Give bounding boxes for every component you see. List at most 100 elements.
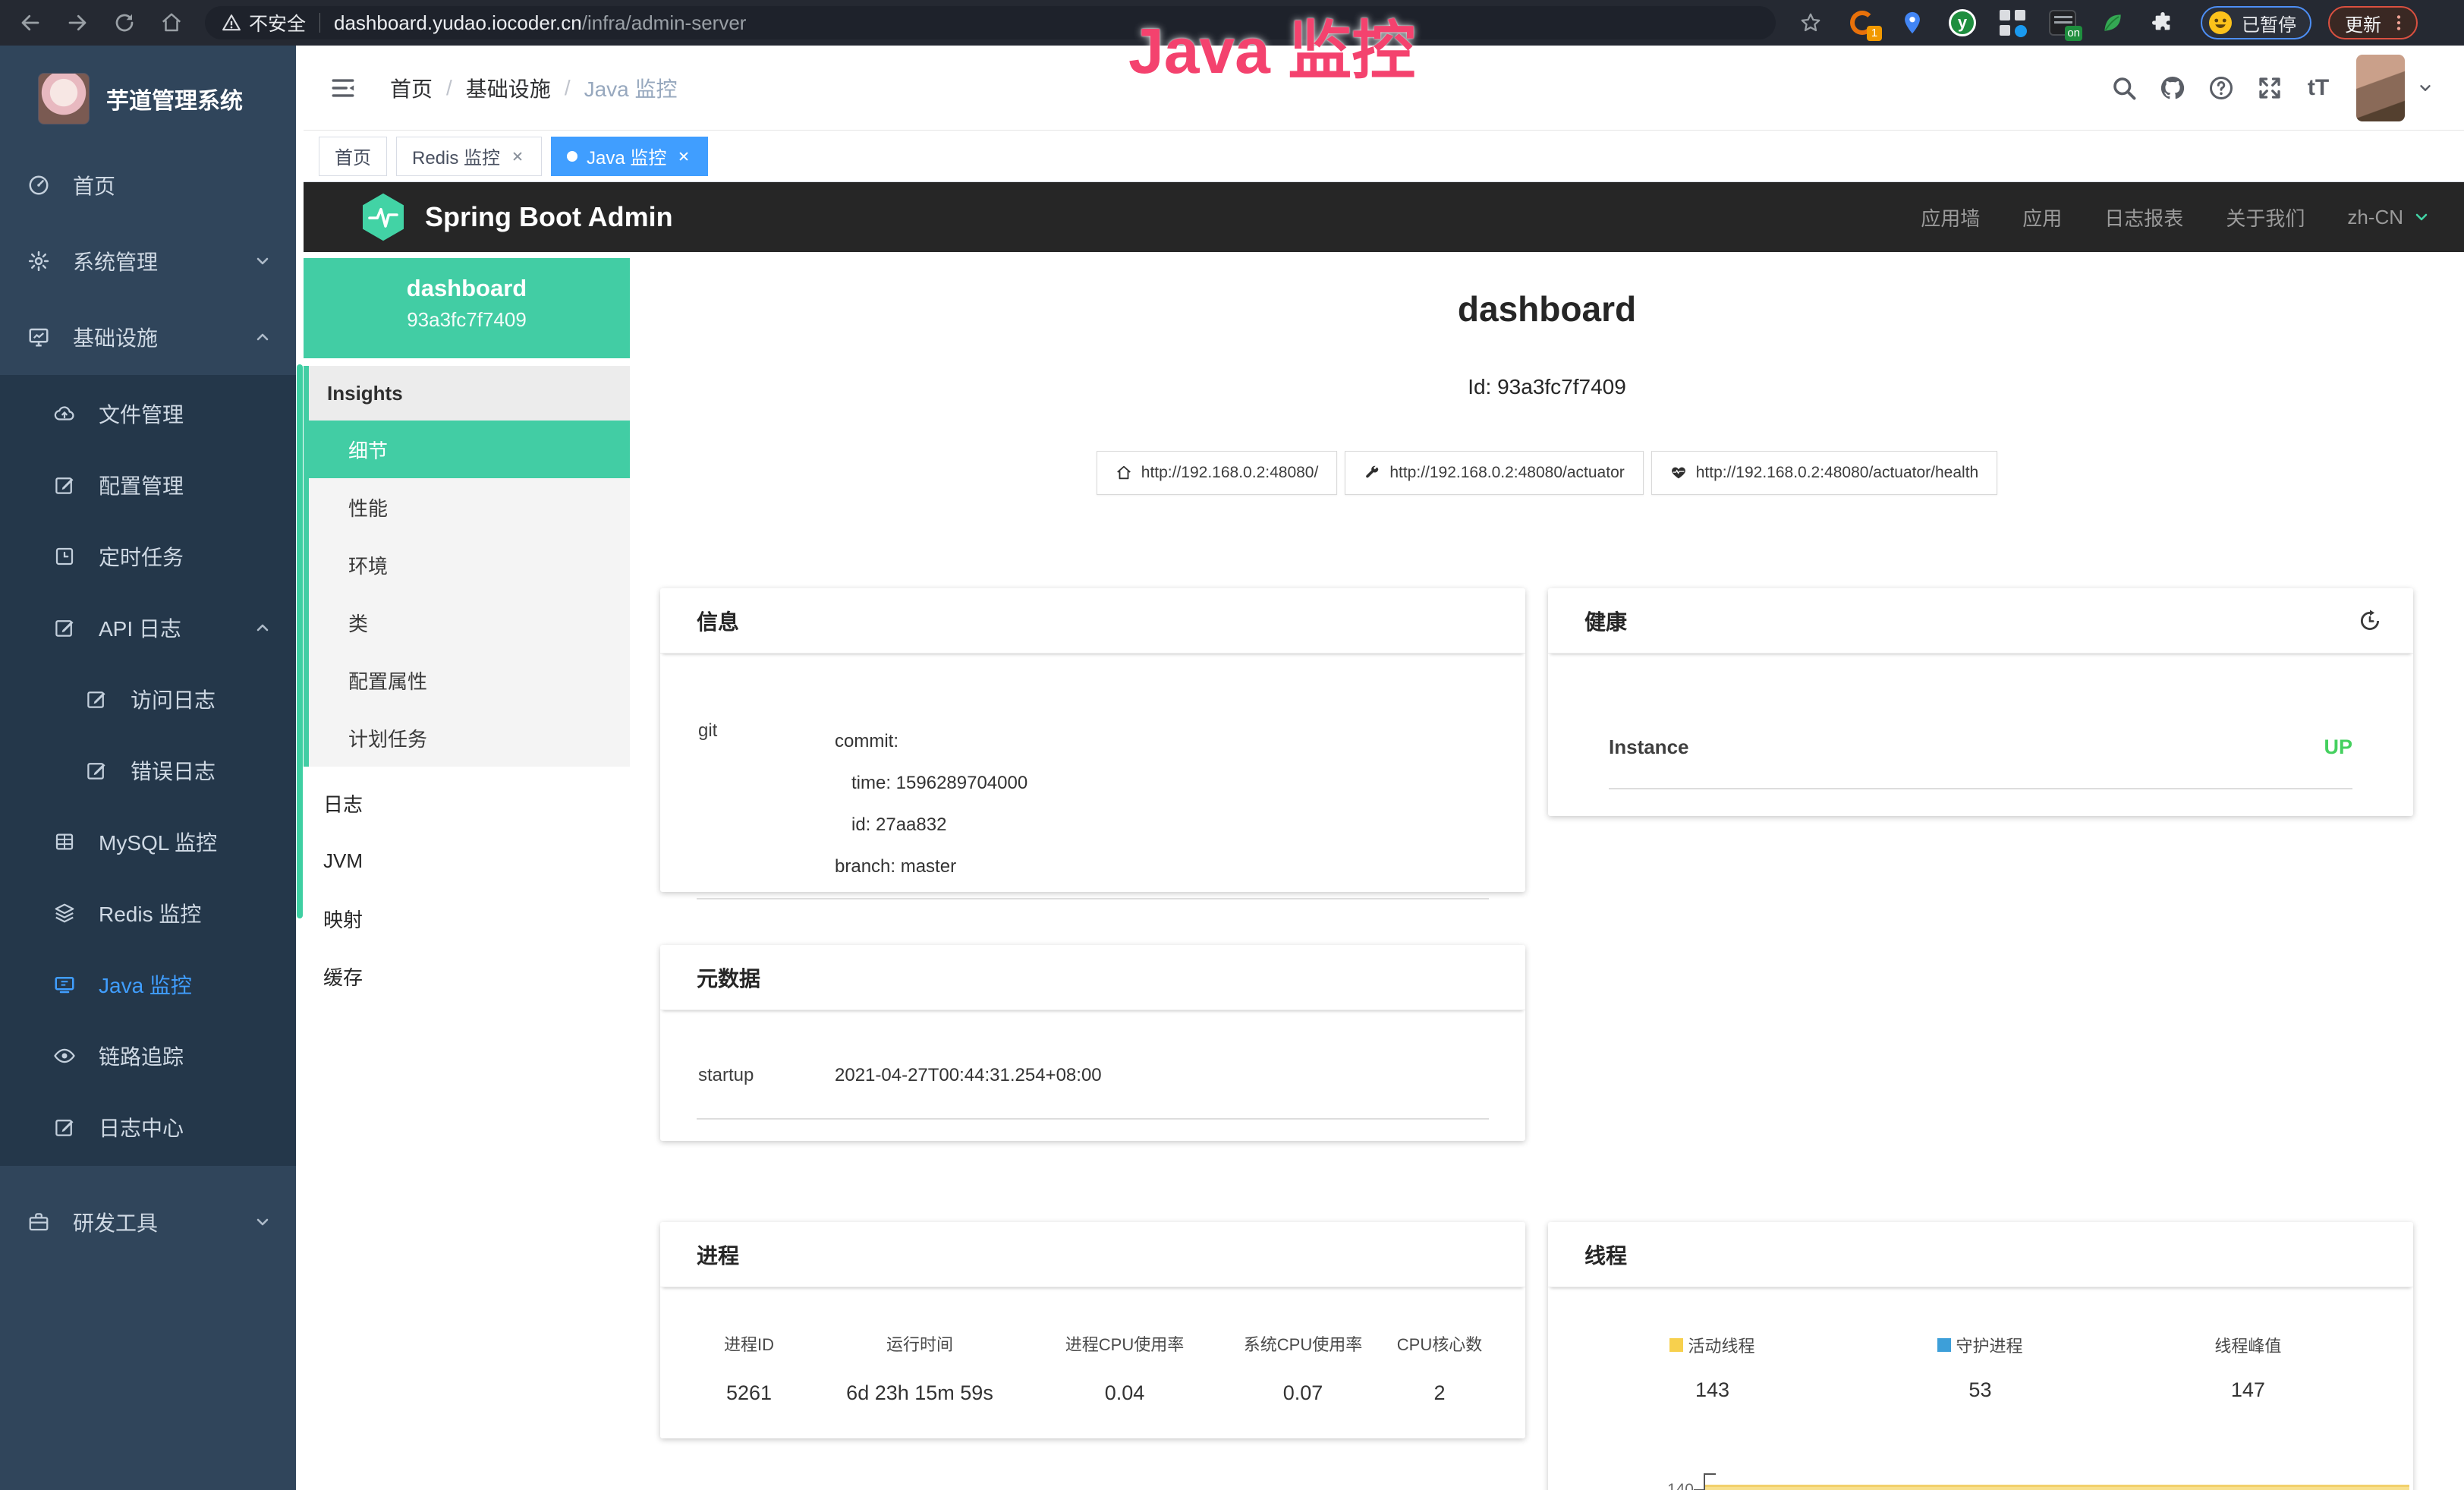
extension-colorzilla-icon[interactable]: 1 <box>1847 8 1877 38</box>
app-logo-row[interactable]: 芋道管理系统 <box>0 46 296 147</box>
extension-switch-icon[interactable]: on <box>2047 8 2078 38</box>
infra-submenu: 文件管理 配置管理 定时任务 API 日志 访问日志 错误日志 <box>0 375 296 1166</box>
avatar-caret-icon[interactable] <box>2417 80 2434 96</box>
workarea: 首页 / 基础设施 / Java 监控 tT 首页 Redis <box>304 46 2464 1490</box>
instance-nav-classes[interactable]: 类 <box>309 594 630 651</box>
user-avatar[interactable] <box>2356 55 2405 121</box>
sidebar-item-home[interactable]: 首页 <box>0 147 296 223</box>
fullscreen-icon[interactable] <box>2245 64 2294 112</box>
close-icon[interactable] <box>509 148 526 165</box>
close-icon[interactable] <box>675 148 692 165</box>
browser-menu-icon[interactable] <box>2389 10 2409 36</box>
sidebar-item-api-log[interactable]: API 日志 <box>0 592 296 663</box>
instance-sidebar: dashboard 93a3fc7f7409 Insights 细节 性能 环境… <box>304 252 630 1005</box>
info-line: branch: master <box>835 846 1027 887</box>
info-line: time: 1596289704000 <box>835 762 1027 804</box>
extension-pin-icon[interactable] <box>1897 8 1927 38</box>
github-icon[interactable] <box>2148 64 2197 112</box>
sba-nav-applications[interactable]: 应用 <box>2022 203 2062 232</box>
sba-nav-journal[interactable]: 日志报表 <box>2104 203 2183 232</box>
instance-header[interactable]: dashboard 93a3fc7f7409 <box>304 258 630 358</box>
tab-redis-monitor[interactable]: Redis 监控 <box>396 137 542 176</box>
instance-url-actuator[interactable]: http://192.168.0.2:48080/actuator <box>1345 451 1643 495</box>
breadcrumb-infra[interactable]: 基础设施 <box>466 73 551 103</box>
search-icon[interactable] <box>2100 64 2148 112</box>
insights-group-title: Insights <box>309 366 630 421</box>
tab-java-monitor[interactable]: Java 监控 <box>551 137 708 176</box>
history-icon[interactable] <box>2357 608 2383 634</box>
screen: 不安全 dashboard.yudao.iocoder.cn /infra/ad… <box>0 0 2464 1490</box>
legend-label: 守护进程 <box>1956 1333 2022 1357</box>
edit-square-icon <box>53 1116 76 1139</box>
metadata-body: startup 2021-04-27T00:44:31.254+08:00 <box>660 1010 1525 1086</box>
sba-content: dashboard 93a3fc7f7409 Insights 细节 性能 环境… <box>304 252 2464 1490</box>
browser-back-icon[interactable] <box>14 6 47 39</box>
wrench-icon <box>1364 465 1380 481</box>
sba-locale-select[interactable]: zh-CN <box>2347 206 2431 229</box>
browser-forward-icon[interactable] <box>61 6 94 39</box>
bookmark-star-icon[interactable] <box>1794 6 1827 39</box>
extensions-puzzle-icon[interactable] <box>2148 8 2178 38</box>
sidebar-item-tracing[interactable]: 链路追踪 <box>0 1020 296 1092</box>
sidebar-item-mysql-monitor[interactable]: MySQL 监控 <box>0 806 296 877</box>
help-icon[interactable] <box>2197 64 2245 112</box>
page-title: dashboard <box>630 288 2464 329</box>
tab-home[interactable]: 首页 <box>319 137 387 176</box>
instance-nav-caches[interactable]: 缓存 <box>304 947 630 1005</box>
metadata-value: 2021-04-27T00:44:31.254+08:00 <box>835 1065 1102 1086</box>
sidebar-item-log-center[interactable]: 日志中心 <box>0 1092 296 1163</box>
extension-y-icon[interactable]: y <box>1947 8 1978 38</box>
sba-nav-wall[interactable]: 应用墙 <box>1921 203 1980 232</box>
sba-nav-about[interactable]: 关于我们 <box>2226 203 2305 232</box>
sidebar-item-redis-monitor[interactable]: Redis 监控 <box>0 877 296 949</box>
sidebar-item-access-log[interactable]: 访问日志 <box>0 663 296 735</box>
instance-nav-scheduled-tasks[interactable]: 计划任务 <box>309 709 630 767</box>
instance-nav-environment[interactable]: 环境 <box>309 536 630 594</box>
instance-nav-config-props[interactable]: 配置属性 <box>309 651 630 709</box>
instance-nav-jvm[interactable]: JVM <box>304 832 630 890</box>
extension-grid-icon[interactable] <box>1997 8 2028 38</box>
instance-url-home[interactable]: http://192.168.0.2:48080/ <box>1097 451 1338 495</box>
instance-id: 93a3fc7f7409 <box>304 308 630 332</box>
header-actions: tT <box>2100 55 2434 121</box>
divider <box>697 1118 1489 1120</box>
instance-app-name: dashboard <box>304 275 630 302</box>
sidebar-item-system[interactable]: 系统管理 <box>0 223 296 299</box>
instance-url-health[interactable]: http://192.168.0.2:48080/actuator/health <box>1651 451 1997 495</box>
sba-brand[interactable]: Spring Boot Admin <box>425 201 673 233</box>
health-row: Instance UP <box>1548 654 2413 759</box>
threads-card: 线程 活动线程 守护进程 线程峰值 143 53 147 140 120 <box>1548 1222 2413 1490</box>
legend-label: 活动线程 <box>1688 1333 1754 1357</box>
y-axis-cap <box>1704 1473 1716 1475</box>
sidebar-item-java-monitor[interactable]: Java 监控 <box>0 949 296 1020</box>
instance-nav-details[interactable]: 细节 <box>309 421 630 478</box>
extension-leaf-icon[interactable] <box>2097 8 2128 38</box>
chevron-up-icon <box>253 328 272 346</box>
security-label: 不安全 <box>249 9 306 36</box>
active-dot-icon <box>567 151 577 162</box>
process-value: 6d 23h 15m 59s <box>806 1381 1034 1405</box>
sidebar-item-scheduled-jobs[interactable]: 定时任务 <box>0 521 296 592</box>
spring-boot-admin-logo[interactable] <box>360 192 407 242</box>
font-size-icon[interactable]: tT <box>2294 64 2343 112</box>
update-button[interactable]: 更新 <box>2328 6 2418 39</box>
tags-bar: 首页 Redis 监控 Java 监控 <box>304 131 2464 182</box>
sidebar-item-infra[interactable]: 基础设施 <box>0 299 296 375</box>
sidebar-item-config-manage[interactable]: 配置管理 <box>0 449 296 521</box>
instance-nav-metrics[interactable]: 性能 <box>309 478 630 536</box>
sidebar-item-error-log[interactable]: 错误日志 <box>0 735 296 806</box>
hamburger-icon[interactable] <box>328 75 358 101</box>
instance-nav-logs[interactable]: 日志 <box>304 774 630 832</box>
sidebar-scrollbar[interactable] <box>296 46 304 1490</box>
instance-nav-mappings[interactable]: 映射 <box>304 890 630 947</box>
sidebar-item-dev-tools[interactable]: 研发工具 <box>0 1184 296 1260</box>
briefcase-icon <box>27 1211 50 1233</box>
browser-home-icon[interactable] <box>155 6 188 39</box>
metadata-key: startup <box>660 1065 835 1086</box>
address-bar[interactable]: 不安全 dashboard.yudao.iocoder.cn /infra/ad… <box>205 6 1776 39</box>
paused-badge[interactable]: 已暂停 <box>2201 6 2311 39</box>
sidebar-scrollbar-thumb[interactable] <box>297 364 303 918</box>
breadcrumb-home[interactable]: 首页 <box>390 73 433 103</box>
browser-reload-icon[interactable] <box>108 6 141 39</box>
sidebar-item-file-manage[interactable]: 文件管理 <box>0 378 296 449</box>
